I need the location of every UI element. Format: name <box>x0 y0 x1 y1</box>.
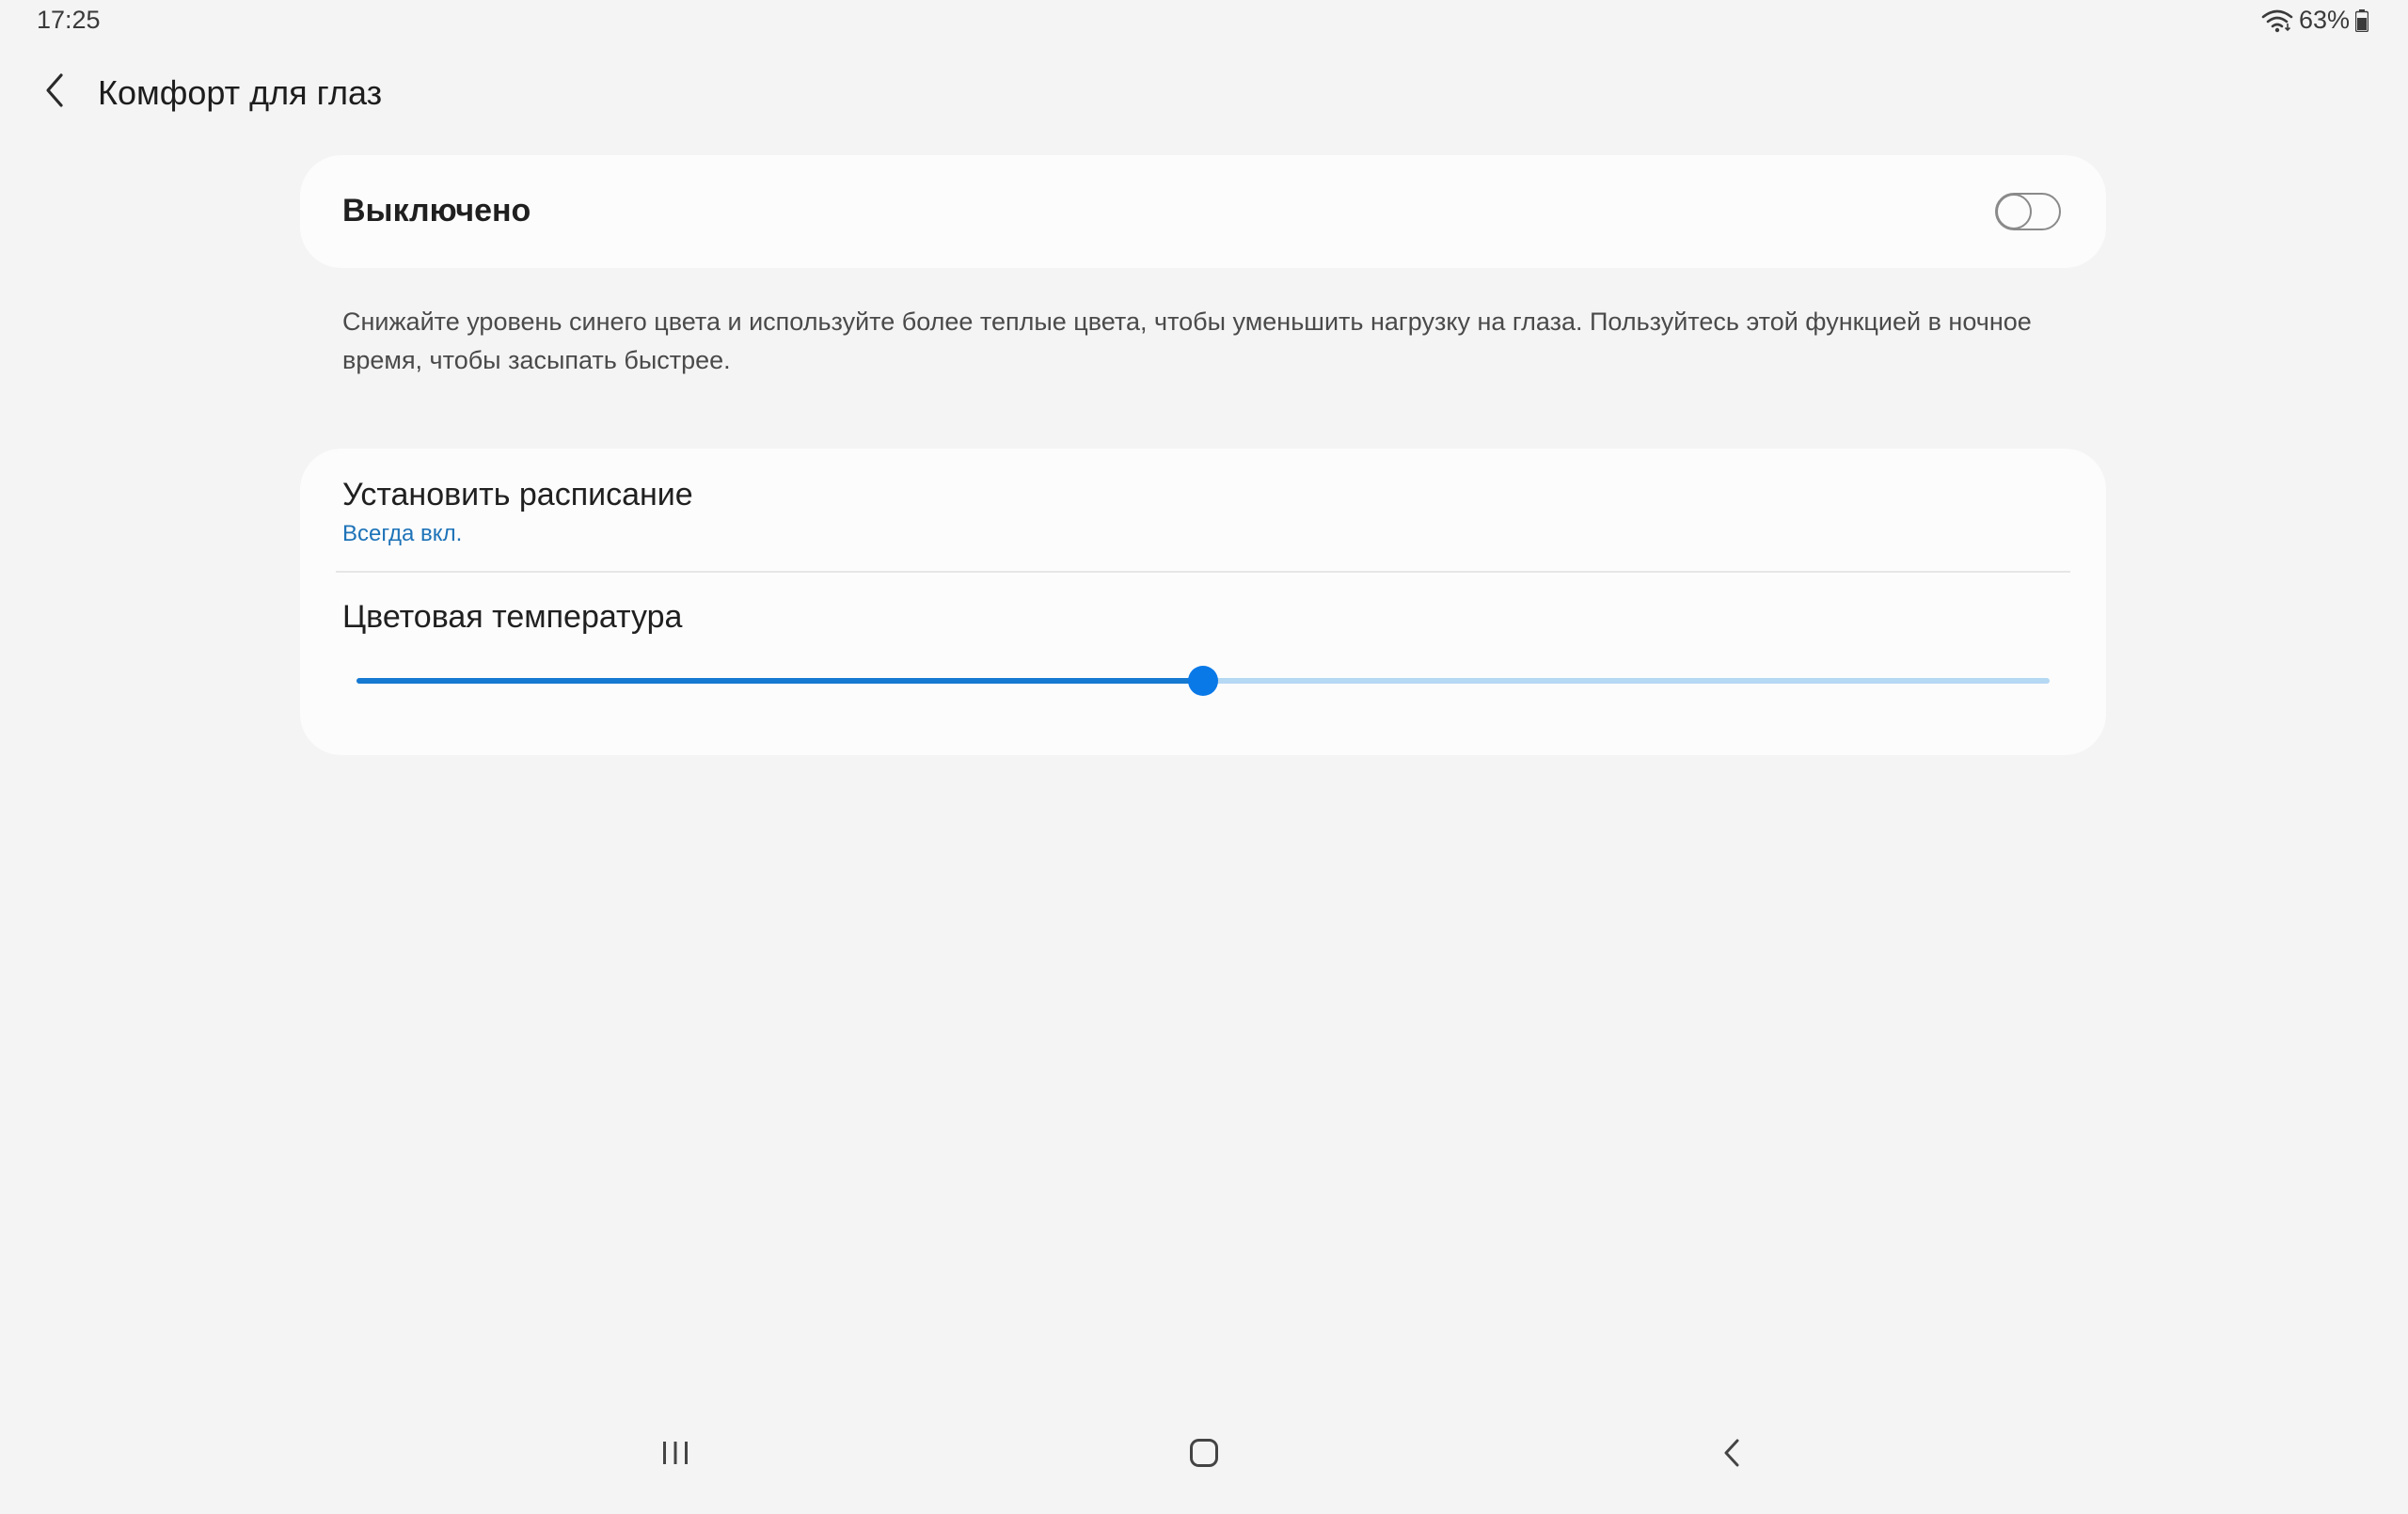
recents-button[interactable] <box>633 1429 718 1514</box>
slider-thumb[interactable] <box>1188 666 1218 696</box>
settings-card: Установить расписание Всегда вкл. Цветов… <box>300 449 2106 755</box>
back-icon <box>1717 1429 1749 1467</box>
battery-icon <box>2355 8 2368 32</box>
feature-description: Снижайте уровень синего цвета и использу… <box>342 308 2032 374</box>
status-bar: 17:25 63% <box>0 0 2408 43</box>
toggle-label: Выключено <box>342 193 531 229</box>
home-button[interactable] <box>1162 1429 1246 1514</box>
home-icon <box>1188 1429 1220 1467</box>
battery-percent: 63% <box>2298 6 2350 34</box>
status-time: 17:25 <box>37 6 101 34</box>
wifi-icon <box>2261 8 2293 33</box>
color-temperature-title: Цветовая температура <box>342 599 683 635</box>
schedule-value: Всегда вкл. <box>342 521 463 546</box>
color-temperature-slider[interactable] <box>356 666 2050 696</box>
divider <box>336 571 2070 573</box>
nav-back-button[interactable] <box>1690 1429 1775 1514</box>
recents-icon <box>659 1429 691 1467</box>
main-toggle-card[interactable]: Выключено <box>300 155 2106 268</box>
eye-comfort-switch[interactable] <box>1995 193 2061 230</box>
status-icons: 63% <box>2261 6 2368 35</box>
schedule-row[interactable]: Установить расписание Всегда вкл. <box>300 449 2106 571</box>
navigation-bar <box>0 1420 2408 1505</box>
back-button[interactable] <box>26 64 83 120</box>
app-bar: Комфорт для глаз <box>0 55 2408 130</box>
slider-fill <box>356 678 1203 684</box>
switch-knob <box>1996 194 2032 229</box>
page-title: Комфорт для глаз <box>98 73 383 112</box>
schedule-title: Установить расписание <box>342 477 693 513</box>
chevron-left-icon <box>43 72 66 113</box>
